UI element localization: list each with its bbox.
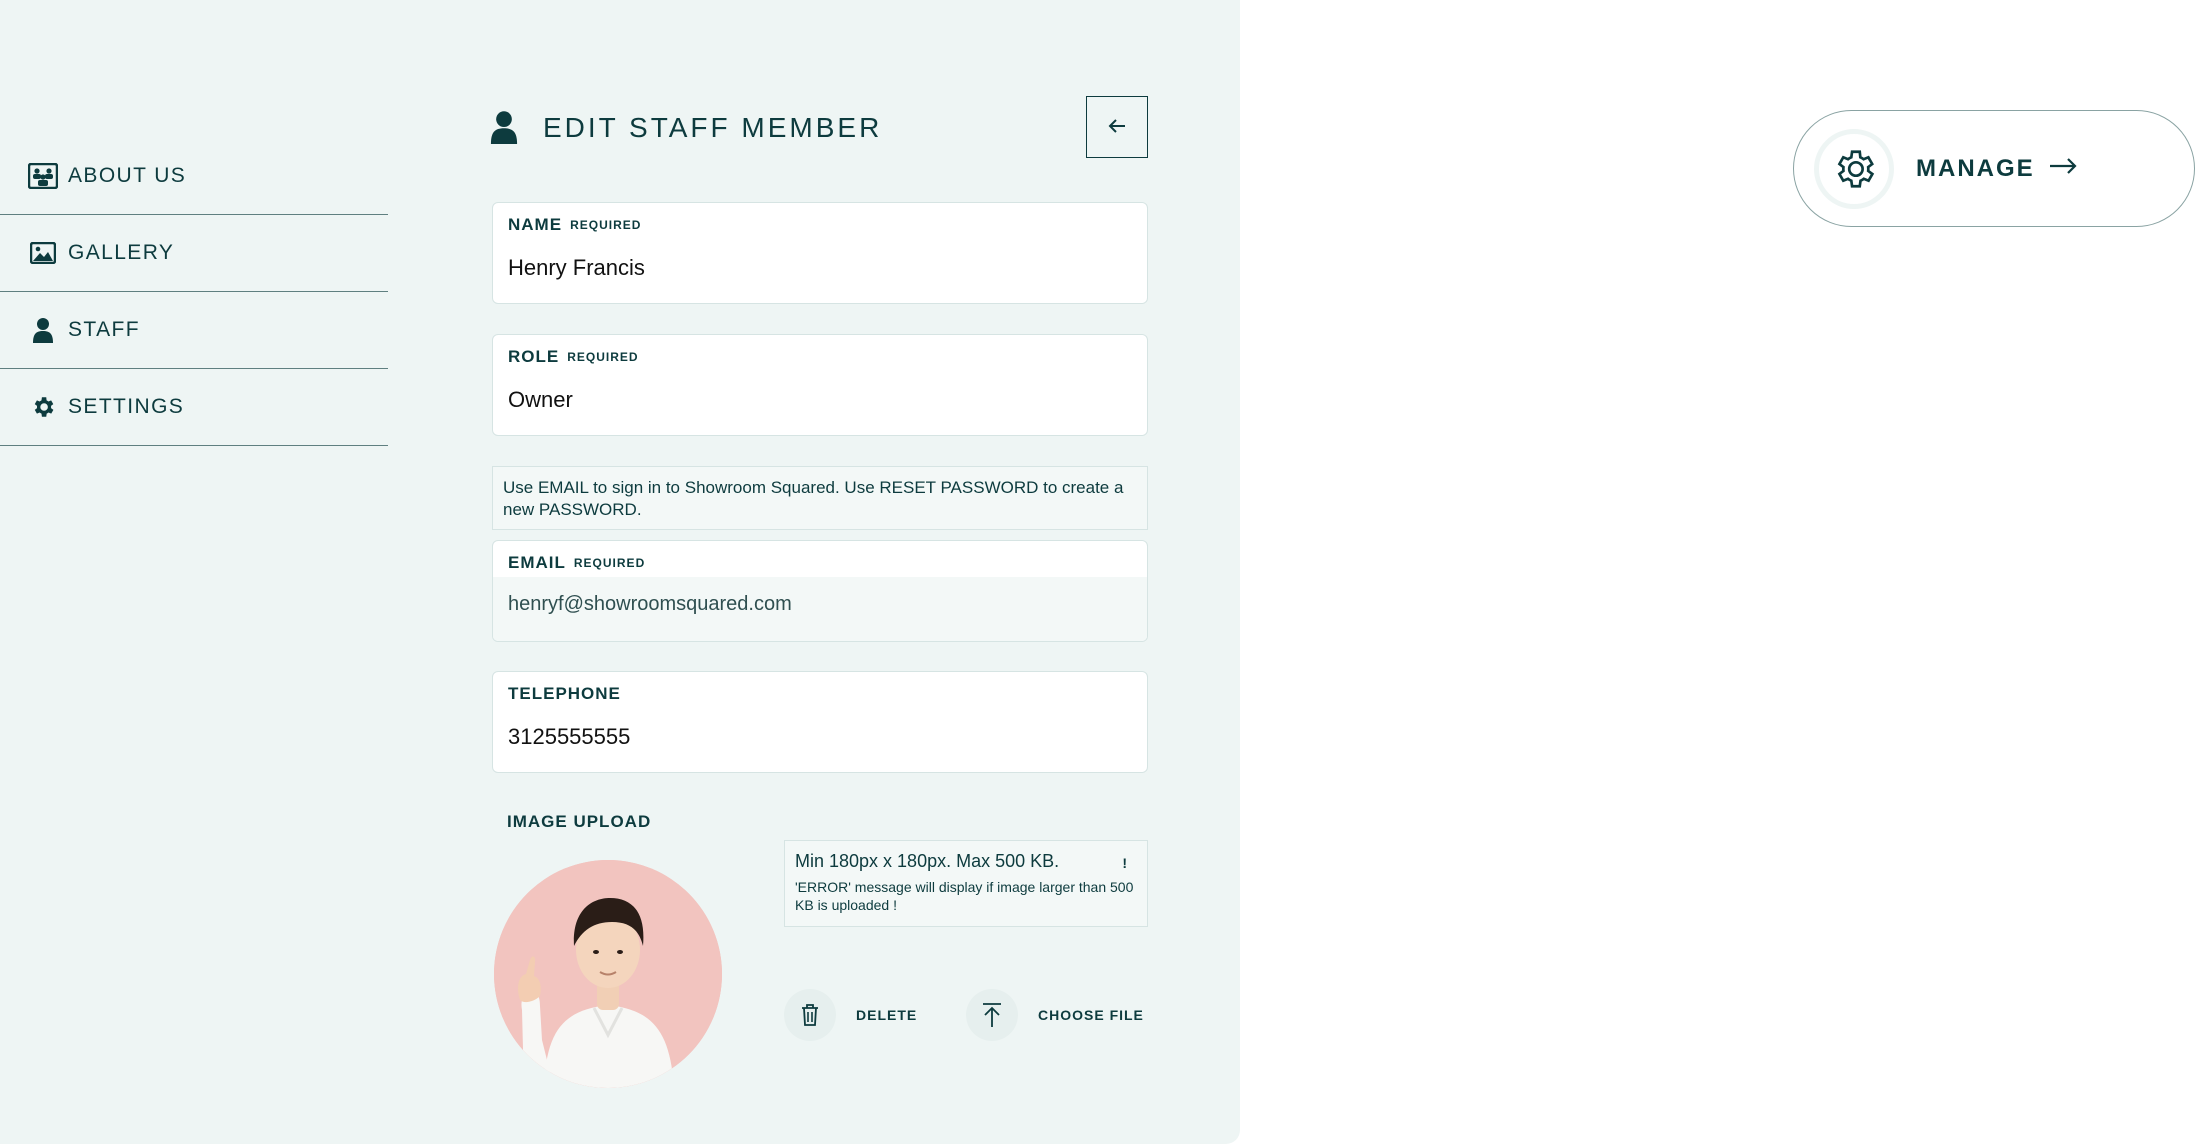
choose-file-label: CHOOSE FILE — [1038, 1007, 1144, 1023]
sidebar-item-about-us[interactable]: ABOUT US — [0, 138, 388, 215]
arrow-right-icon — [2049, 157, 2077, 180]
delete-button[interactable]: DELETE — [784, 989, 917, 1041]
sidebar-item-label: GALLERY — [68, 241, 175, 264]
choose-file-button[interactable]: CHOOSE FILE — [966, 989, 1144, 1041]
email-input — [508, 593, 1128, 616]
required-tag: REQUIRED — [567, 350, 639, 364]
manage-button[interactable]: MANAGE — [1793, 110, 2195, 227]
role-label-text: ROLE — [508, 347, 560, 366]
email-label-text: EMAIL — [508, 553, 566, 572]
name-label: NAME REQUIRED — [508, 215, 641, 235]
role-input[interactable] — [508, 387, 1128, 413]
team-icon — [28, 161, 58, 191]
telephone-input[interactable] — [508, 724, 1128, 750]
image-upload-title: IMAGE UPLOAD — [507, 812, 652, 831]
email-label: EMAIL REQUIRED — [508, 553, 645, 573]
required-tag: REQUIRED — [570, 218, 642, 232]
edit-staff-panel: ABOUT US GALLERY STAFF SETTINGS EDIT STA… — [0, 0, 1240, 1144]
trash-icon — [784, 989, 836, 1041]
gear-icon — [28, 392, 58, 422]
arrow-left-icon — [1108, 118, 1126, 137]
required-tag: REQUIRED — [573, 556, 646, 570]
sidebar-item-label: SETTINGS — [68, 395, 185, 418]
upload-error-note: 'ERROR' message will display if image la… — [795, 879, 1134, 913]
sidebar-item-staff[interactable]: STAFF — [0, 292, 388, 369]
sidebar: ABOUT US GALLERY STAFF SETTINGS — [0, 138, 388, 446]
gear-icon — [1814, 128, 1894, 209]
manage-label: MANAGE — [1916, 154, 2035, 182]
staff-photo — [494, 860, 722, 1088]
upload-requirements-note: Min 180px x 180px. Max 500 KB. ! 'ERROR'… — [784, 840, 1148, 927]
telephone-label: TELEPHONE — [508, 684, 621, 703]
delete-label: DELETE — [856, 1007, 918, 1023]
name-input[interactable] — [508, 255, 1128, 281]
sidebar-item-settings[interactable]: SETTINGS — [0, 369, 388, 446]
upload-icon — [966, 989, 1018, 1041]
role-label: ROLE REQUIRED — [508, 347, 639, 367]
person-icon — [28, 315, 58, 345]
name-field: NAME REQUIRED — [492, 202, 1148, 304]
sign-in-info: Use EMAIL to sign in to Showroom Squared… — [492, 466, 1148, 530]
sidebar-item-gallery[interactable]: GALLERY — [0, 215, 388, 292]
person-icon — [488, 110, 524, 148]
email-field: EMAIL REQUIRED — [492, 540, 1148, 642]
sidebar-item-label: ABOUT US — [68, 164, 187, 187]
telephone-field: TELEPHONE — [492, 671, 1148, 773]
image-icon — [28, 238, 58, 268]
role-field: ROLE REQUIRED — [492, 334, 1148, 436]
warning-mark: ! — [1122, 855, 1127, 871]
name-label-text: NAME — [508, 215, 563, 234]
back-button[interactable] — [1086, 96, 1148, 158]
upload-size-note: Min 180px x 180px. Max 500 KB. — [795, 851, 1060, 871]
sidebar-item-label: STAFF — [68, 318, 140, 341]
page-title: EDIT STAFF MEMBER — [543, 112, 883, 143]
